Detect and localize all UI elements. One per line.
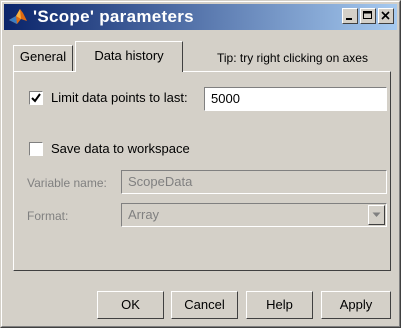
format-dropdown-button[interactable] (368, 205, 385, 225)
limit-data-checkbox[interactable] (29, 91, 43, 105)
variable-name-label: Variable name: (27, 176, 107, 190)
title-bar[interactable]: 'Scope' parameters (4, 4, 397, 30)
limit-data-input[interactable]: 5000 (204, 87, 387, 111)
format-label: Format: (27, 209, 69, 223)
variable-name-input[interactable]: ScopeData (121, 170, 387, 194)
help-button[interactable]: Help (246, 291, 313, 319)
matlab-logo-icon (7, 6, 29, 28)
apply-button[interactable]: Apply (321, 291, 391, 319)
tip-text: Tip: try right clicking on axes (217, 51, 368, 65)
minimize-button[interactable] (342, 8, 358, 24)
maximize-button[interactable] (360, 8, 376, 24)
dialog-window: 'Scope' parameters General Data history … (0, 0, 401, 328)
close-icon (381, 11, 390, 20)
ok-button[interactable]: OK (97, 291, 164, 319)
minimize-icon (346, 18, 352, 20)
chevron-down-icon (372, 212, 381, 217)
limit-data-label: Limit data points to last: (51, 90, 188, 105)
close-button[interactable] (378, 8, 394, 24)
checkmark-icon (31, 93, 41, 103)
format-select-value: Array (128, 207, 160, 222)
tab-data-history[interactable]: Data history (75, 41, 183, 72)
format-select[interactable]: Array (121, 203, 387, 227)
tab-general[interactable]: General (13, 45, 73, 71)
save-workspace-label: Save data to workspace (51, 141, 190, 156)
cancel-button[interactable]: Cancel (171, 291, 238, 319)
save-workspace-checkbox[interactable] (29, 142, 43, 156)
window-title: 'Scope' parameters (33, 7, 194, 26)
tab-panel: Limit data points to last: 5000 Save dat… (13, 71, 391, 271)
maximize-icon (363, 11, 372, 19)
